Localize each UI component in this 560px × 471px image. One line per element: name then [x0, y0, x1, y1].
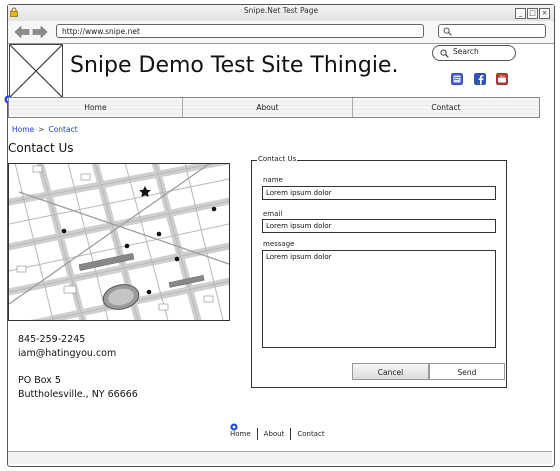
form-legend: Contact Us [257, 155, 298, 163]
status-bar [8, 451, 552, 464]
blog-icon[interactable] [451, 73, 463, 85]
email-field[interactable]: Lorem ipsum dolor [262, 219, 496, 233]
contact-address-line1: PO Box 5 [18, 375, 61, 386]
nav-bar: Home About Contact [8, 97, 540, 118]
contact-address-line2: Buttholesville., NY 66666 [18, 389, 138, 400]
footer-divider [290, 428, 292, 440]
search-icon [443, 27, 452, 36]
facebook-icon[interactable] [474, 73, 486, 85]
logo-placeholder [9, 44, 63, 98]
site-title: Snipe Demo Test Site Thingie. [70, 53, 399, 78]
nav-item-about[interactable]: About [183, 98, 353, 117]
window-title: Snipe.Net Test Page [243, 6, 319, 15]
message-textarea[interactable]: Lorem ipsum dolor [262, 250, 496, 348]
name-label: name [263, 176, 283, 184]
nav-item-contact[interactable]: Contact [353, 98, 539, 117]
message-label: message [263, 240, 295, 248]
footer-link-home[interactable]: Home [230, 430, 251, 438]
site-search-input[interactable]: Search [432, 45, 516, 61]
footer-link-contact[interactable]: Contact [297, 430, 324, 438]
back-arrow-icon[interactable] [14, 25, 30, 39]
forward-arrow-icon[interactable] [32, 25, 48, 39]
minimize-icon[interactable]: _ [515, 8, 526, 19]
svg-text:You: You [499, 74, 504, 78]
address-bar[interactable]: http://www.snipe.net [56, 24, 424, 38]
name-field[interactable]: Lorem ipsum dolor [262, 186, 496, 200]
breadcrumb: Home > Contact [12, 125, 78, 134]
contact-phone: 845-259-2245 [18, 334, 86, 345]
footer-divider [256, 428, 258, 440]
contact-email[interactable]: iam@hatingyou.com [18, 348, 116, 359]
browser-search-field[interactable] [438, 24, 546, 38]
map-image [8, 163, 230, 321]
nav-item-home[interactable]: Home [9, 98, 183, 117]
footer-nav: Home About Contact [220, 428, 325, 440]
browser-toolbar: http://www.snipe.net [8, 21, 554, 44]
youtube-icon[interactable]: You [496, 73, 508, 85]
breadcrumb-current[interactable]: Contact [48, 125, 77, 134]
page-title: Contact Us [8, 141, 74, 155]
breadcrumb-home-link[interactable]: Home [12, 125, 34, 134]
breadcrumb-separator: > [38, 125, 45, 134]
search-placeholder: Search [453, 47, 479, 56]
search-icon [440, 49, 449, 58]
footer-link-about[interactable]: About [264, 430, 285, 438]
send-button[interactable]: Send [429, 363, 505, 380]
maximize-icon[interactable]: □ [527, 8, 538, 19]
title-bar: Snipe.Net Test Page _ □ × [8, 5, 554, 22]
cancel-button[interactable]: Cancel [352, 363, 429, 380]
close-icon[interactable]: × [539, 8, 550, 19]
email-label: email [263, 210, 283, 218]
